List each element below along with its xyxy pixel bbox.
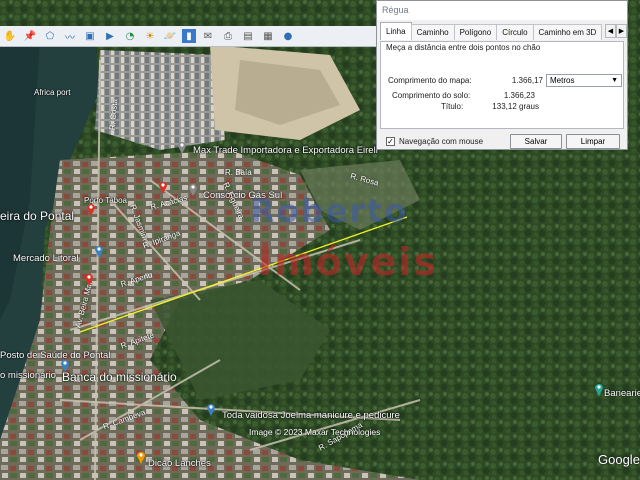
tab-content-linha: Meça a distância entre dois pontos no ch… [380, 41, 624, 129]
label-port[interactable]: Africa port [34, 88, 70, 97]
ruler-dialog: Régua Linha Caminho Polígono Círculo Cam… [376, 0, 628, 150]
sun-icon[interactable]: ☀ [142, 29, 158, 43]
placemark-icon[interactable]: 📌 [22, 29, 38, 43]
label-posto[interactable]: Posto de Saúde do Pontal [0, 350, 110, 361]
label-missionario-left[interactable]: o missionário [0, 370, 56, 381]
map-length-value: 1.366,17 [511, 76, 543, 85]
tab-linha[interactable]: Linha [380, 22, 412, 40]
pin-blue-icon[interactable] [60, 358, 70, 372]
dialog-title[interactable]: Régua [377, 1, 627, 20]
pin-gray-icon[interactable] [177, 140, 187, 154]
label-banearios[interactable]: Banearie [604, 388, 640, 399]
label-feira[interactable]: eira do Pontal [0, 209, 74, 223]
main-toolbar: ✋ 📌 ⬠ 〰 ▣ ▶ ◔ ☀ 🪐 ▮ ✉ ⎙ ▤ ▦ ● [0, 26, 376, 47]
heading-label: Título: [441, 102, 464, 111]
pin-blue-icon[interactable] [94, 244, 104, 258]
watermark-bottom: Imóveis [258, 240, 439, 284]
planets-icon[interactable]: 🪐 [162, 29, 178, 43]
tab-next-arrow-icon[interactable]: ▶ [616, 24, 627, 38]
tab-caminho[interactable]: Caminho [410, 24, 455, 40]
description-text: Meça a distância entre dois pontos no ch… [386, 43, 541, 52]
label-toda-vaidosa[interactable]: Toda vaidosa Joelma manicure e pedicure [222, 410, 400, 421]
heading-value: 133,12 graus [492, 102, 539, 111]
path-icon[interactable]: 〰 [62, 29, 78, 44]
pin-teal-icon[interactable] [594, 382, 604, 396]
maps-icon[interactable]: ▦ [260, 29, 276, 43]
mouse-nav-label[interactable]: Navegação com mouse [399, 137, 483, 146]
clear-button[interactable]: Limpar [566, 134, 620, 149]
earth-icon[interactable]: ● [280, 29, 296, 43]
polygon-icon[interactable]: ⬠ [42, 29, 58, 43]
pin-gray-icon[interactable] [188, 182, 198, 196]
ruler-tabs: Linha Caminho Polígono Círculo Caminho e… [380, 22, 627, 41]
unit-select-value: Metros [550, 76, 575, 85]
label-mercado[interactable]: Mercado Litoral [13, 253, 78, 264]
label-dicao[interactable]: Dicão Lanches [148, 458, 211, 469]
label-banca[interactable]: Banca do missionário [62, 370, 177, 384]
pin-red-icon[interactable] [84, 272, 94, 286]
pin-red-icon[interactable] [158, 180, 168, 194]
pin-blue-icon[interactable] [206, 402, 216, 416]
overlay-icon[interactable]: ▣ [82, 29, 98, 43]
email-icon[interactable]: ✉ [200, 29, 216, 43]
print-icon[interactable]: ⎙ [220, 29, 236, 43]
pin-red-icon[interactable] [86, 202, 96, 216]
ground-length-value: 1.366,23 [503, 91, 535, 100]
tab-circulo[interactable]: Círculo [496, 24, 534, 40]
street-baia: R. Baía [225, 168, 252, 177]
map-length-label: Comprimento do mapa: [388, 76, 472, 85]
copyright-text: Image © 2023 Maxar Technologies [249, 427, 381, 437]
unit-select[interactable]: Metros ▼ [546, 74, 622, 87]
save-button[interactable]: Salvar [510, 134, 562, 149]
history-icon[interactable]: ◔ [122, 29, 138, 43]
label-comercio[interactable]: Max Trade Importadora e Exportadora Eire… [193, 145, 378, 156]
pin-orange-icon[interactable] [136, 450, 146, 464]
google-logo: Google [598, 452, 640, 467]
hand-icon[interactable]: ✋ [2, 29, 18, 43]
chevron-down-icon: ▼ [611, 77, 618, 84]
mouse-nav-checkbox[interactable]: ✓ [386, 137, 395, 146]
save-image-icon[interactable]: ▤ [240, 29, 256, 43]
ruler-icon[interactable]: ▮ [182, 29, 196, 43]
label-consorcio[interactable]: Consórcio Gás Sul [203, 190, 282, 201]
tab-caminho-3d[interactable]: Caminho em 3D [532, 24, 603, 40]
ground-length-label: Comprimento do solo: [392, 91, 471, 100]
tab-poligono[interactable]: Polígono [453, 24, 498, 40]
tab-prev-arrow-icon[interactable]: ◀ [605, 24, 616, 38]
tour-icon[interactable]: ▶ [102, 29, 118, 43]
